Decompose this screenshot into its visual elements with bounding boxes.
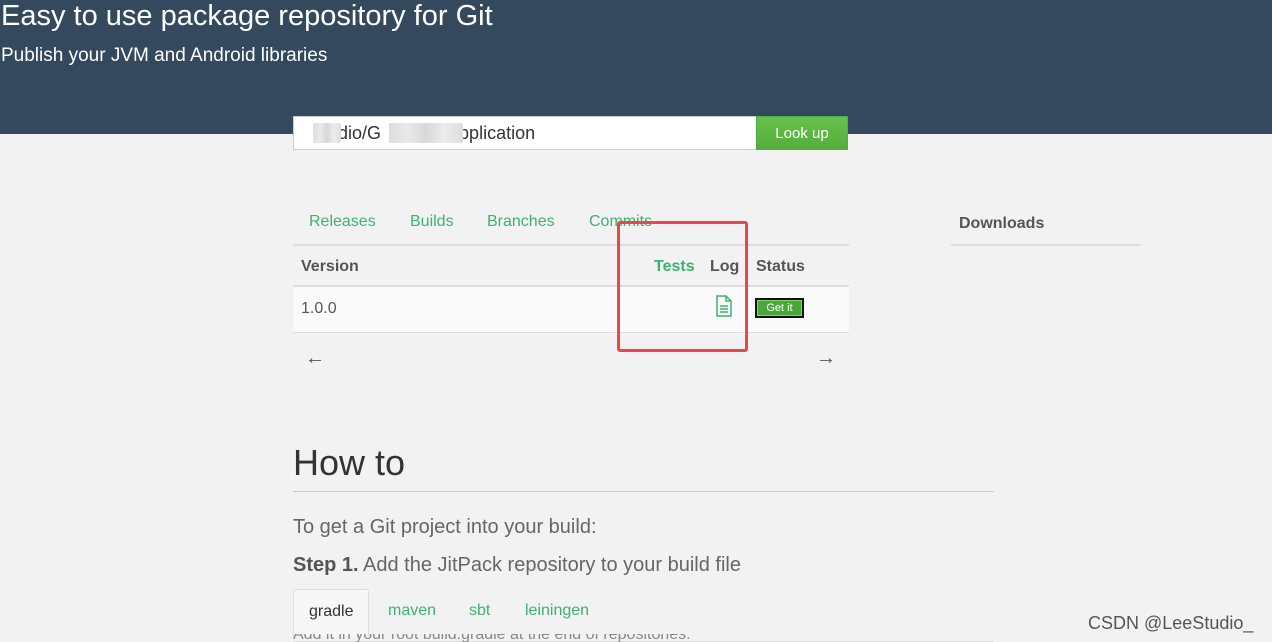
- tab-releases[interactable]: Releases: [309, 210, 376, 234]
- step-text: Add the JitPack repository to your build…: [358, 554, 741, 576]
- column-tests[interactable]: Tests: [654, 257, 695, 277]
- prev-page-arrow[interactable]: ←: [305, 346, 325, 370]
- look-up-button[interactable]: Look up: [756, 116, 848, 150]
- get-it-button[interactable]: Get it: [755, 298, 804, 318]
- releases-table: Version Tests Log Status 1.0.0 Get it: [293, 247, 849, 333]
- version-tabs: Releases Builds Branches Commits: [293, 210, 849, 246]
- how-to-intro: To get a Git project into your build:: [293, 516, 597, 538]
- file-text-icon[interactable]: [714, 295, 734, 317]
- hero-subtitle: Publish your JVM and Android libraries: [1, 45, 328, 66]
- page-header: Easy to use package repository for Git P…: [0, 0, 1272, 134]
- repository-search-input[interactable]: [293, 116, 757, 150]
- tab-maven[interactable]: maven: [373, 589, 451, 635]
- cutoff-instruction: Add it in your root build.gradle at the …: [293, 634, 813, 642]
- how-to-heading: How to: [293, 442, 406, 483]
- tab-gradle[interactable]: gradle: [293, 589, 370, 636]
- step-1: Step 1. Add the JitPack repository to yo…: [293, 553, 741, 577]
- table-header: Version Tests Log Status: [293, 247, 849, 287]
- tab-builds[interactable]: Builds: [410, 210, 454, 234]
- step-label: Step 1.: [293, 554, 359, 576]
- watermark: CSDN @LeeStudio_: [1088, 613, 1254, 633]
- column-log: Log: [710, 258, 740, 275]
- tab-sbt[interactable]: sbt: [454, 589, 505, 635]
- table-row: 1.0.0 Get it: [293, 287, 849, 333]
- tab-commits[interactable]: Commits: [589, 210, 652, 234]
- heading-divider: [293, 491, 994, 492]
- cutoff-text: Add it in your root build.gradle at the …: [293, 634, 813, 642]
- downloads-heading: Downloads: [951, 212, 1140, 246]
- redacted-blur: [389, 123, 463, 143]
- tab-leiningen[interactable]: leiningen: [510, 589, 604, 635]
- column-status: Status: [756, 258, 805, 275]
- tab-branches[interactable]: Branches: [487, 210, 555, 234]
- hero-title: Easy to use package repository for Git: [1, 0, 493, 32]
- next-page-arrow[interactable]: →: [816, 346, 836, 370]
- column-version: Version: [301, 258, 359, 275]
- redacted-blur: [313, 123, 341, 143]
- release-version: 1.0.0: [301, 300, 337, 317]
